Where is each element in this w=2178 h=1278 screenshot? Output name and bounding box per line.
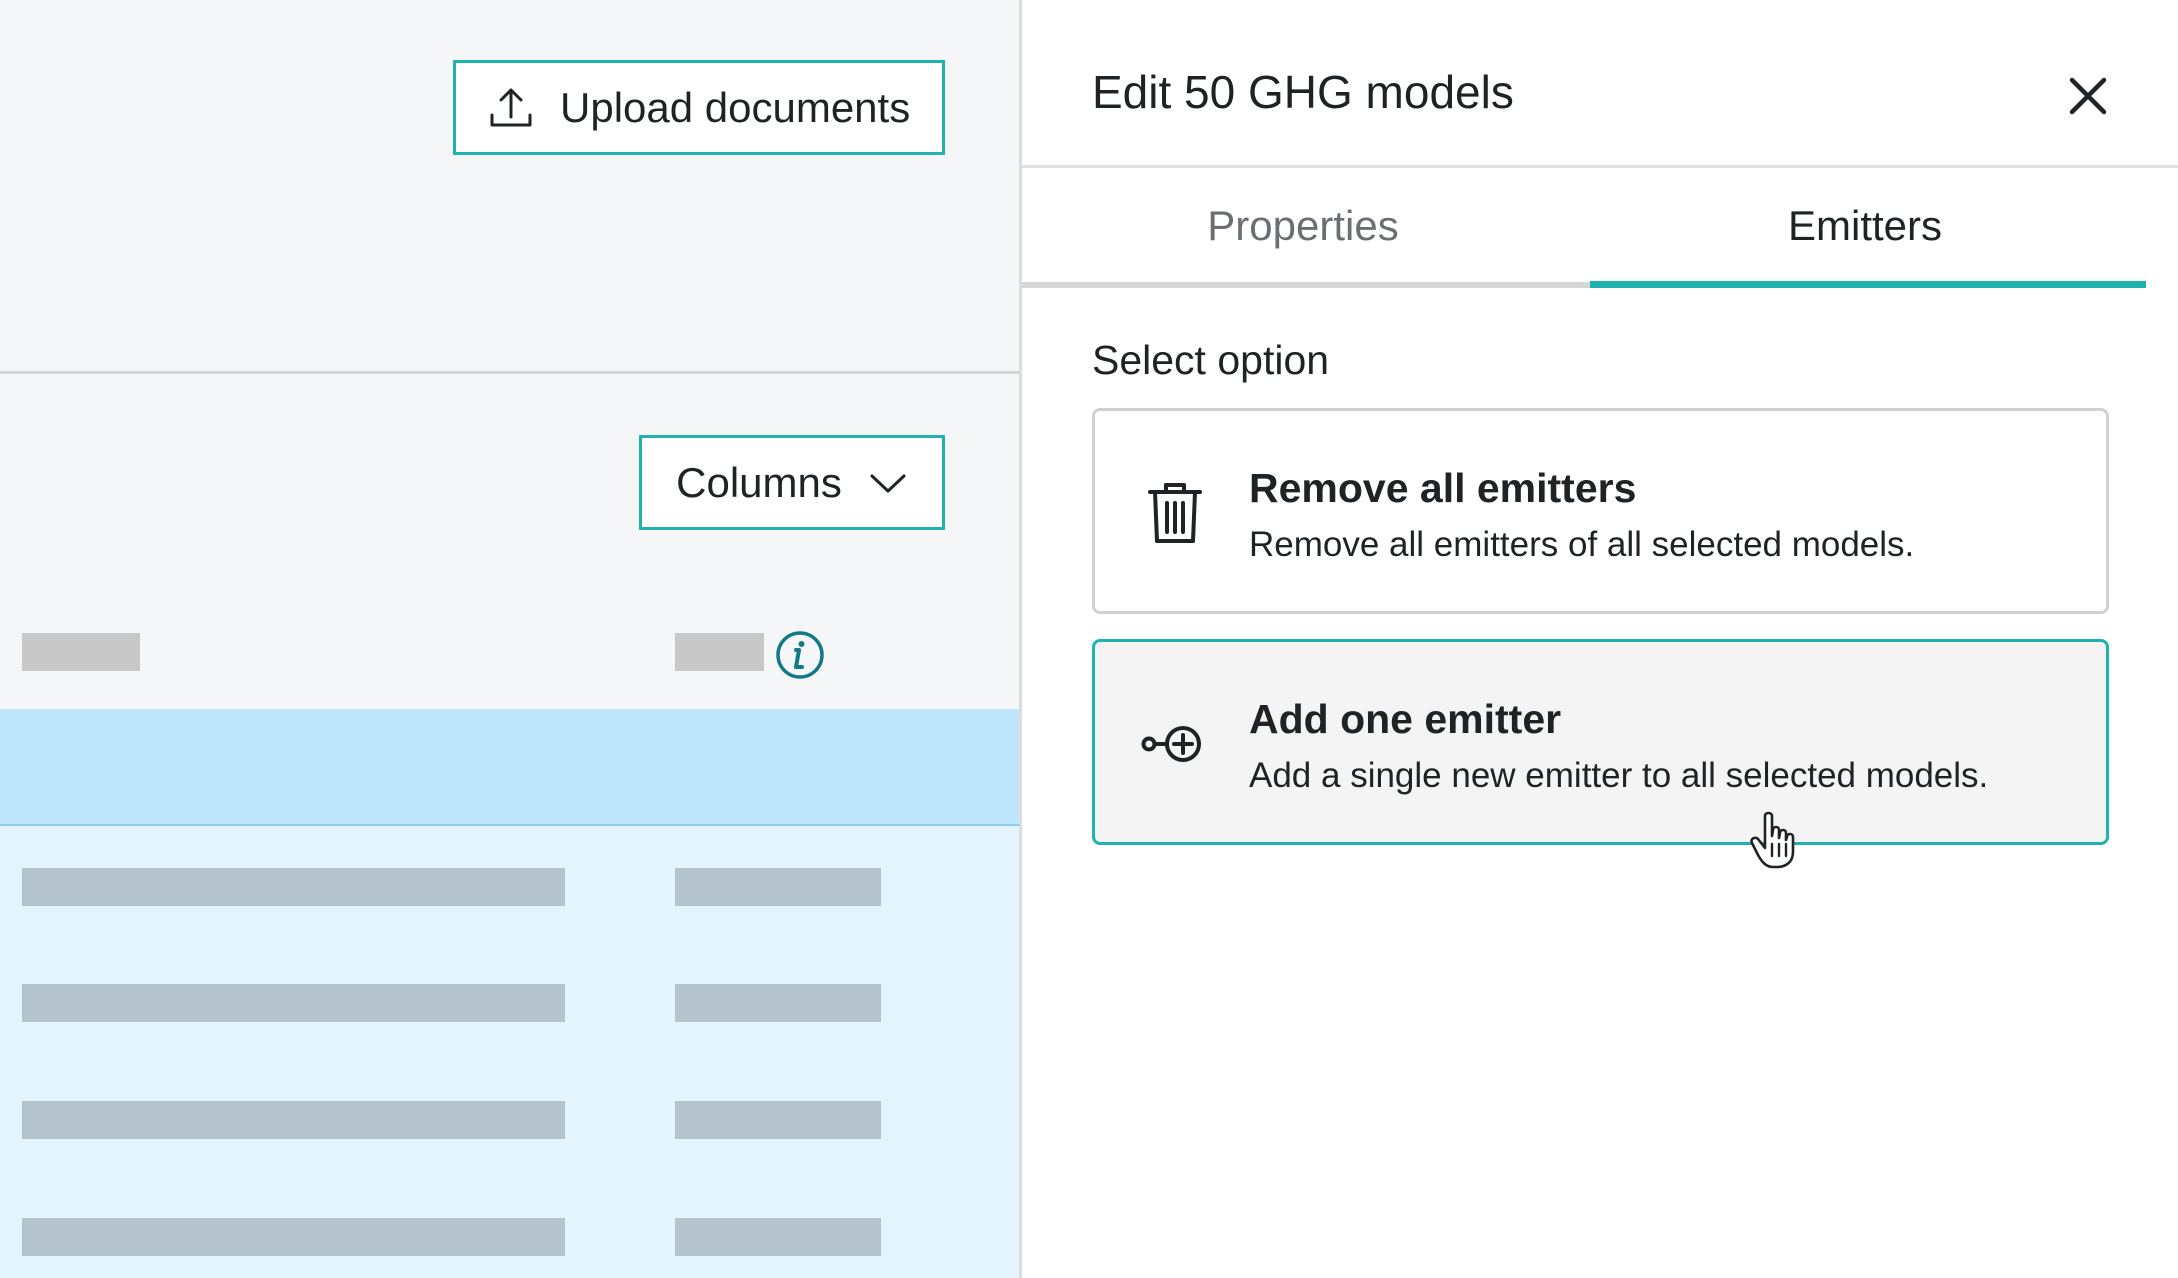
table-row-placeholder	[675, 868, 881, 906]
tab-properties[interactable]: Properties	[1022, 168, 1584, 284]
option-description: Remove all emitters of all selected mode…	[1249, 525, 1915, 564]
edit-panel: Edit 50 GHG models Properties Emitters S…	[1019, 0, 2178, 1278]
columns-button[interactable]: Columns	[639, 435, 945, 530]
active-tab-indicator	[1590, 281, 2146, 288]
chevron-down-icon	[868, 463, 908, 503]
option-title: Remove all emitters	[1249, 465, 1637, 511]
add-emitter-icon	[1137, 706, 1213, 782]
panel-title: Edit 50 GHG models	[1092, 66, 1514, 118]
upload-documents-button[interactable]: Upload documents	[453, 60, 945, 155]
tab-emitters[interactable]: Emitters	[1584, 168, 2146, 284]
trash-icon	[1137, 475, 1213, 551]
table-row-placeholder	[22, 1218, 565, 1256]
selected-table-row[interactable]	[0, 709, 1019, 826]
remove-all-emitters-option[interactable]: Remove all emitters Remove all emitters …	[1092, 408, 2109, 614]
table-row-placeholder	[22, 1101, 565, 1139]
table-row-placeholder	[675, 984, 881, 1022]
column-header-placeholder	[22, 633, 140, 671]
option-description: Add a single new emitter to all selected…	[1249, 756, 1989, 795]
background-app: Upload documents Columns	[0, 0, 1019, 1278]
add-one-emitter-option[interactable]: Add one emitter Add a single new emitter…	[1092, 639, 2109, 845]
info-icon[interactable]	[775, 630, 825, 680]
table-row-placeholder	[675, 1101, 881, 1139]
table-rows	[0, 826, 1019, 1278]
table-row-placeholder	[675, 1218, 881, 1256]
panel-tabs: Properties Emitters	[1022, 168, 2146, 288]
section-label: Select option	[1092, 337, 1330, 383]
pointer-cursor-icon	[1749, 810, 1799, 870]
column-header-placeholder	[675, 633, 764, 671]
section-divider	[0, 371, 1019, 374]
table-row-placeholder	[22, 984, 565, 1022]
option-title: Add one emitter	[1249, 696, 1562, 742]
close-icon[interactable]	[2062, 70, 2114, 122]
columns-label: Columns	[676, 458, 842, 506]
upload-icon	[488, 85, 534, 131]
upload-documents-label: Upload documents	[560, 83, 911, 131]
table-row-placeholder	[22, 868, 565, 906]
